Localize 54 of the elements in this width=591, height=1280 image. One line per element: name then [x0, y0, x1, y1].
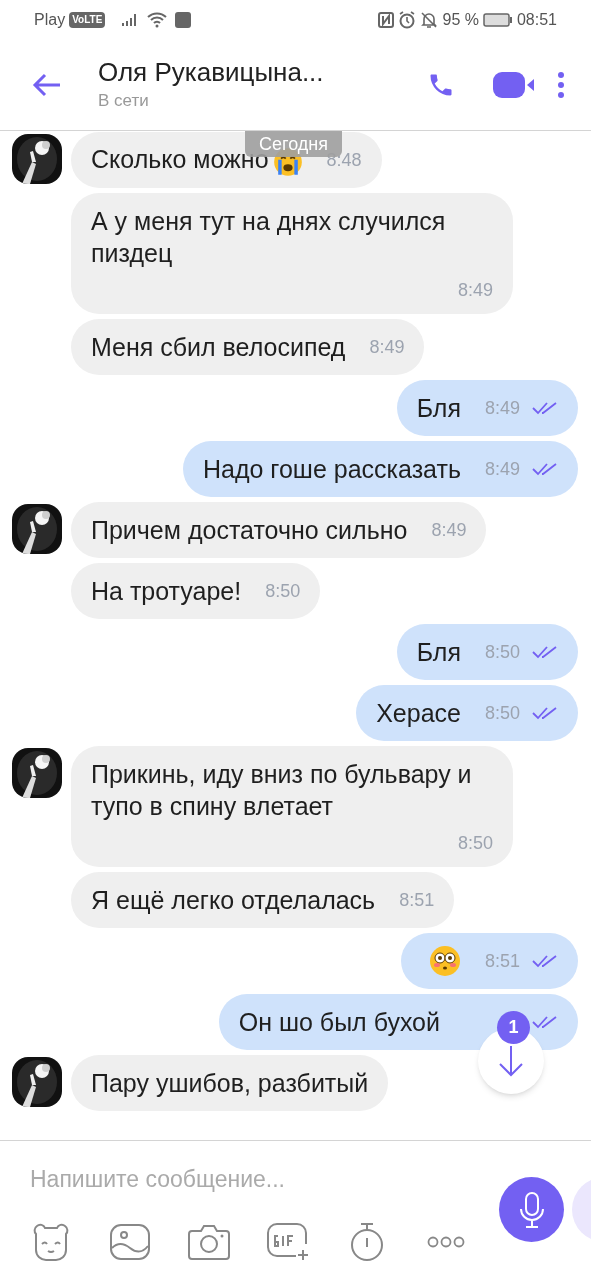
clock: 08:51: [516, 10, 557, 30]
double-check-icon: [532, 706, 558, 720]
message-input[interactable]: Напишите сообщение...: [30, 1159, 470, 1199]
message-text: Причем достаточно сильно: [91, 515, 408, 546]
message-time: 8:50: [457, 832, 493, 855]
contact-name: Оля Рукавицына...: [98, 56, 324, 89]
gif-icon: [266, 1222, 310, 1262]
message-text: Херасе: [376, 698, 461, 729]
down-arrow-icon: [499, 1045, 523, 1077]
message-text: Он шо был бухой: [238, 1007, 440, 1038]
battery-icon: [482, 13, 513, 27]
camera-icon: [188, 1224, 230, 1260]
message-text: Надо гоше рассказать: [202, 454, 461, 485]
message-time: 8:50: [484, 640, 520, 664]
message-time: 8:49: [457, 279, 493, 302]
message-text: На тротуаре!: [91, 576, 242, 607]
nfc-icon: [378, 12, 395, 28]
message-text: Прикинь, иду вниз по бульвару и тупо в спину влетает: [91, 759, 473, 822]
message-time: 8:49: [484, 457, 520, 481]
date-label: Сегодня: [245, 131, 342, 157]
double-check-icon: [532, 645, 558, 659]
message-text: Пару ушибов, разбитый: [91, 1068, 369, 1099]
back-arrow-icon: [32, 73, 62, 97]
double-check-icon: [532, 401, 558, 415]
carrier-label: Play: [34, 10, 66, 30]
microphone-icon: [517, 1191, 546, 1228]
contact-status: В сети: [98, 90, 150, 113]
stopwatch-icon: [349, 1222, 385, 1262]
message-text: Бля: [416, 637, 461, 668]
more-vertical-icon: [557, 72, 565, 98]
message-text: Я ещё легко отделалась: [91, 885, 376, 916]
muted-bell-icon: [420, 11, 439, 29]
wifi-icon: [147, 12, 168, 28]
network-badge: VoLTE: [69, 12, 106, 28]
message-text: Меня сбил велосипед: [91, 332, 346, 363]
message-time: 8:50: [265, 579, 301, 603]
video-camera-icon: [493, 72, 535, 98]
more-horizontal-icon: [427, 1236, 465, 1248]
battery-percent: 95 %: [442, 10, 479, 30]
message-time: 8:49: [484, 396, 520, 420]
message-text: Бля: [416, 393, 461, 424]
double-check-icon: [532, 954, 558, 968]
double-check-icon: [532, 462, 558, 476]
app-notification-icon: [175, 12, 192, 28]
message-text: А у меня тут на днях случился пиздец: [91, 206, 447, 269]
message-time: 8:49: [369, 335, 405, 359]
message-time: 8:51: [399, 888, 435, 912]
double-check-icon: [532, 1015, 558, 1029]
flushed-face-icon: [428, 945, 461, 977]
message-time: 8:50: [484, 701, 520, 725]
image-icon: [110, 1224, 150, 1260]
message-time: 8:49: [431, 518, 467, 542]
message-time: 8:51: [484, 949, 520, 973]
alarm-icon: [398, 11, 417, 29]
